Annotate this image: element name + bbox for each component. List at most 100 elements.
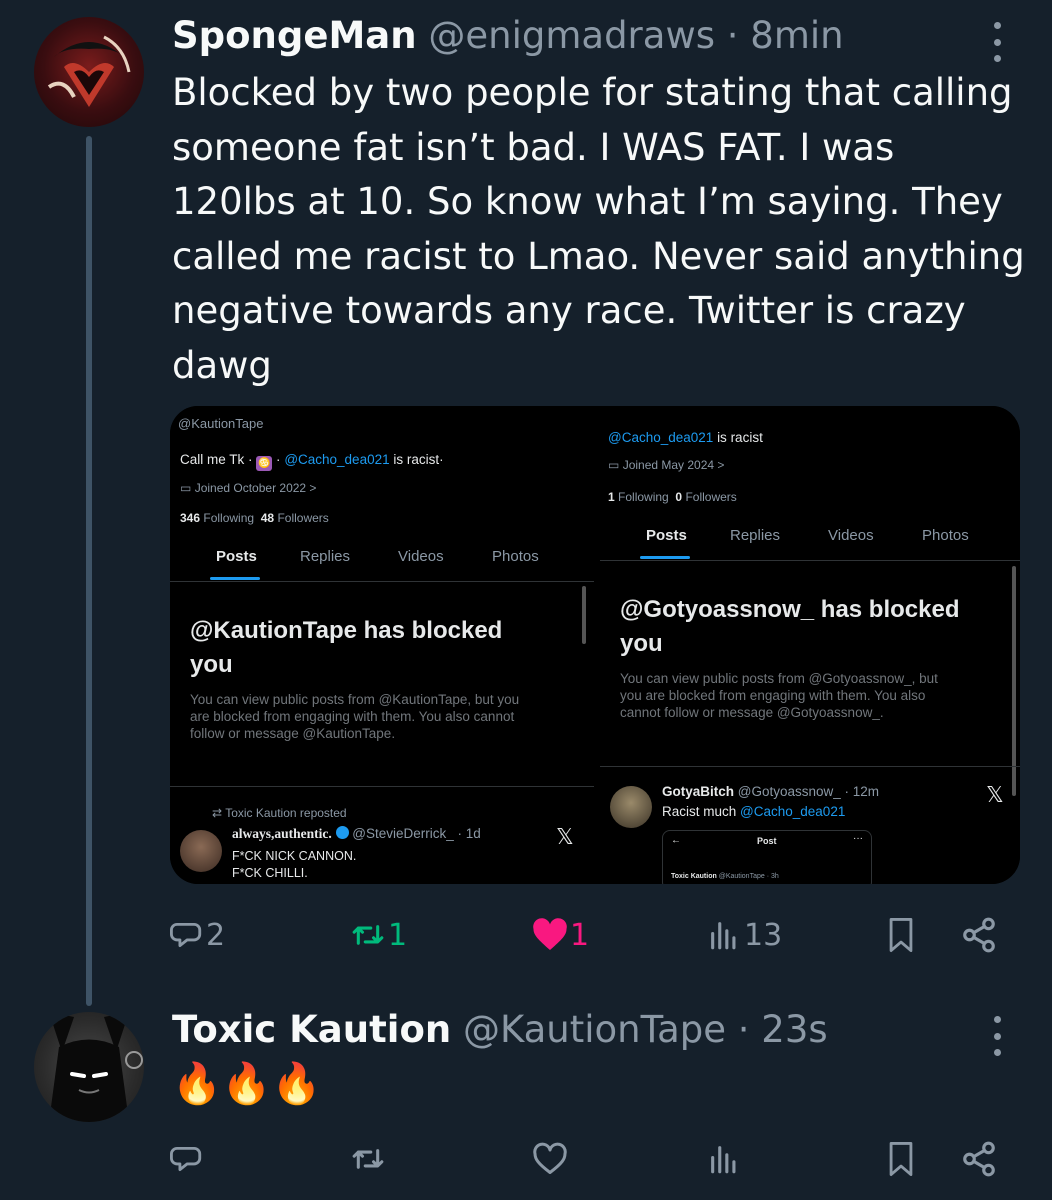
heart-icon xyxy=(533,1142,567,1174)
tweet-text-line: Blocked by two people for stating that c… xyxy=(172,71,1013,114)
profile-handle: @KautionTape xyxy=(178,416,264,431)
bookmark-button[interactable] xyxy=(884,1134,918,1184)
media-image-left[interactable]: @KautionTape Call me Tk · ♋ · @Cacho_dea… xyxy=(170,406,594,884)
blocked-title-line: @Gotyoassnow_ has blocked xyxy=(620,596,960,623)
repost-count: 1 xyxy=(388,917,408,953)
avatar xyxy=(610,786,652,828)
blocked-description-line: follow or message @KautionTape. xyxy=(190,726,396,741)
share-button[interactable] xyxy=(960,910,998,960)
bookmark-icon xyxy=(889,1141,913,1176)
more-options-icon[interactable] xyxy=(985,1016,1009,1056)
x-logo-icon: 𝕏 xyxy=(986,782,1004,807)
blocked-description: You can view public posts from @Gotyoass… xyxy=(620,670,938,721)
bio-mention: @Cacho_dea021 xyxy=(608,430,714,445)
reply-icon xyxy=(170,1146,202,1172)
author-name[interactable]: Toxic Kaution xyxy=(172,1008,451,1051)
profile-joined: ▭ Joined May 2024 > xyxy=(608,458,724,472)
followers-count: 0 xyxy=(675,490,683,504)
zodiac-emoji-icon: ♋ xyxy=(256,456,273,471)
blocked-description-line: cannot follow or message @Gotyoassnow_. xyxy=(620,705,884,720)
blocked-description-line: You can view public posts from @Gotyoass… xyxy=(620,671,938,686)
followers-label: Followers xyxy=(277,511,329,525)
repost-button[interactable]: 1 xyxy=(350,910,407,960)
share-icon xyxy=(963,917,995,953)
active-tab-indicator xyxy=(210,577,260,580)
post-author-handle: @StevieDerrick_ · 1d xyxy=(352,826,481,841)
post-text: Racist much @Cacho_dea021 xyxy=(662,804,845,819)
bio-separator: · xyxy=(276,452,281,467)
profile-bio: Call me Tk · ♋ · @Cacho_dea021 is racist… xyxy=(180,452,444,471)
repost-icon xyxy=(352,1149,384,1169)
divider xyxy=(170,581,594,582)
bio-mention: @Cacho_dea021 xyxy=(284,452,390,467)
joined-date: Joined May 2024 > xyxy=(622,458,725,472)
post-text-line: F*CK NICK CANNON. xyxy=(232,849,357,863)
reply-header: Toxic Kaution @KautionTape · 23s xyxy=(172,1008,828,1051)
like-button[interactable] xyxy=(532,1134,568,1184)
followers-label: Followers xyxy=(685,490,737,504)
post-text-body: Racist much xyxy=(662,804,737,819)
repost-button[interactable] xyxy=(350,1134,386,1184)
tweet-header: SpongeMan @enigmadraws · 8min xyxy=(172,14,844,57)
profile-joined: ▭ Joined October 2022 > xyxy=(180,481,316,495)
calendar-icon: ▭ xyxy=(180,481,192,495)
view-count: 13 xyxy=(744,917,783,953)
back-arrow-icon: ← xyxy=(671,835,681,846)
views-button[interactable] xyxy=(706,1134,742,1184)
tweet-media[interactable]: @KautionTape Call me Tk · ♋ · @Cacho_dea… xyxy=(170,406,1020,884)
repost-icon: ⇄ xyxy=(212,806,223,820)
repost-icon xyxy=(352,925,384,945)
like-count: 1 xyxy=(570,917,590,953)
reply-icon xyxy=(170,922,202,948)
thread-connector-line xyxy=(86,136,92,1006)
avatar[interactable] xyxy=(34,17,144,127)
like-button[interactable]: 1 xyxy=(532,910,589,960)
tweet-action-bar: 2 1 1 13 xyxy=(170,910,1010,960)
tweet-timestamp[interactable]: 23s xyxy=(761,1008,827,1051)
post-author: GotyaBitch @Gotyoassnow_ · 12m xyxy=(662,784,879,799)
followers-count: 48 xyxy=(260,511,275,525)
author-name[interactable]: SpongeMan xyxy=(172,14,417,57)
tweet-timestamp[interactable]: 8min xyxy=(750,14,843,57)
more-options-icon[interactable] xyxy=(985,22,1009,62)
views-button[interactable]: 13 xyxy=(706,910,782,960)
x-logo-icon: 𝕏 xyxy=(556,824,574,849)
embedded-post-title: Post xyxy=(757,836,777,846)
embedded-author-name: Toxic Kaution xyxy=(671,873,717,880)
embedded-author-handle: @KautionTape · 3h xyxy=(718,873,779,880)
media-image-right[interactable]: @Cacho_dea021 is racist ▭ Joined May 202… xyxy=(600,406,1020,884)
repost-label: Toxic Kaution reposted xyxy=(225,806,347,820)
blocked-title-line: you xyxy=(190,651,233,678)
post-text-line: F*CK CHILLI. xyxy=(232,866,308,880)
tweet-text-line: someone fat isn’t bad. I WAS FAT. I was xyxy=(172,125,895,169)
divider xyxy=(600,560,1020,561)
tweet-text-line: dawg xyxy=(172,343,272,387)
heart-filled-icon xyxy=(533,918,567,950)
tweet-text: Blocked by two people for stating that c… xyxy=(172,66,1032,393)
joined-date: Joined October 2022 > xyxy=(194,481,317,495)
share-button[interactable] xyxy=(960,1134,998,1184)
embedded-post-preview: ← Post ··· Toxic Kaution @KautionTape · … xyxy=(662,830,872,884)
tab-posts: Posts xyxy=(216,548,257,565)
following-count: 346 xyxy=(180,511,201,525)
reply-button[interactable]: 2 xyxy=(170,910,225,960)
bio-suffix: is racist· xyxy=(393,452,444,467)
tab-photos: Photos xyxy=(922,527,969,544)
author-handle[interactable]: @KautionTape xyxy=(463,1008,726,1051)
blocked-description-line: are blocked from engaging with them. You… xyxy=(190,709,515,724)
author-handle[interactable]: @enigmadraws xyxy=(428,14,715,57)
avatar[interactable] xyxy=(34,1012,144,1122)
tweet-text-line: negative towards any race. Twitter is cr… xyxy=(172,289,966,332)
bookmark-button[interactable] xyxy=(884,910,918,960)
divider xyxy=(170,786,594,787)
tweet-text-line: called me racist to Lmao. Never said any… xyxy=(172,234,1025,278)
post-text: F*CK NICK CANNON. F*CK CHILLI. xyxy=(232,848,356,882)
reply-button[interactable] xyxy=(170,1134,204,1184)
reply-text: 🔥🔥🔥 xyxy=(172,1061,322,1107)
post-author-handle: @Gotyoassnow_ · 12m xyxy=(737,784,880,799)
post-mention: @Cacho_dea021 xyxy=(740,804,846,819)
following-count: 1 xyxy=(608,490,615,504)
tweet-text-line: 120lbs at 10. So know what I’m saying. T… xyxy=(172,180,1003,223)
following-label: Following xyxy=(203,511,255,525)
bio-text: Call me Tk · xyxy=(180,452,253,467)
